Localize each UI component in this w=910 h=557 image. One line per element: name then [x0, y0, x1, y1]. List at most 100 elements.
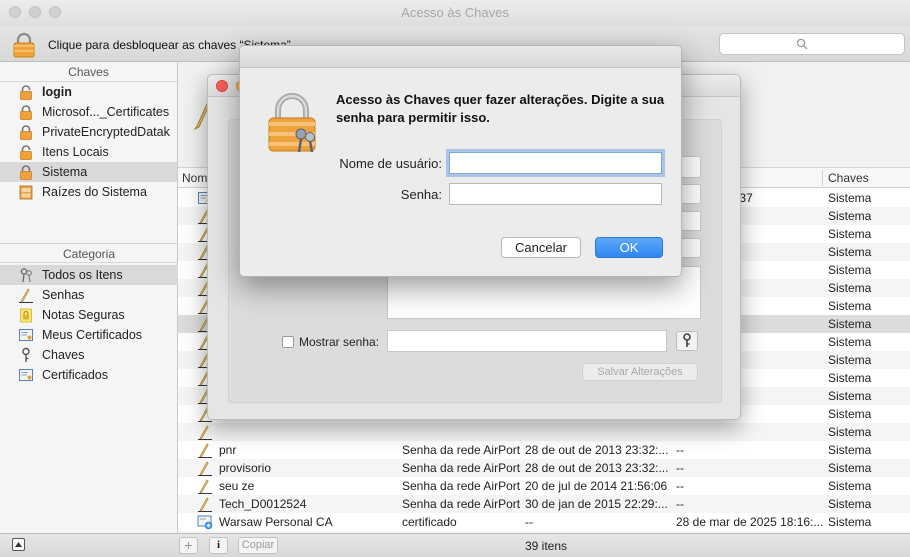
cancel-button[interactable]: Cancelar: [501, 237, 581, 258]
category-item-label: Senhas: [42, 288, 85, 302]
key-icon: [18, 347, 34, 363]
keychains-header: Chaves: [0, 62, 177, 82]
cell-keychain: Sistema: [828, 389, 872, 403]
keychain-item-raizes-do-sistema[interactable]: Raízes do Sistema: [0, 182, 177, 202]
cell-name: provisorio: [219, 461, 272, 475]
password-input[interactable]: [449, 183, 662, 205]
keychain-item-privateencrypteddatak[interactable]: PrivateEncryptedDatak: [0, 122, 177, 142]
search-input[interactable]: [719, 33, 905, 55]
auth-message: Acesso às Chaves quer fazer alterações. …: [336, 92, 665, 125]
password-field[interactable]: [387, 330, 667, 352]
cell-modified: --: [525, 515, 533, 529]
table-row[interactable]: Sistema: [178, 423, 910, 441]
keys-icon: [18, 267, 34, 283]
save-changes-button[interactable]: Salvar Alterações: [582, 363, 698, 381]
keychain-item-label: Raízes do Sistema: [42, 185, 147, 199]
cell-keychain: Sistema: [828, 407, 872, 421]
category-item-chaves[interactable]: Chaves: [0, 345, 178, 365]
table-row[interactable]: Tech_D0012524 Senha da rede AirPort 30 de …: [178, 495, 910, 513]
item-sheet-close-button[interactable]: [216, 80, 228, 92]
table-row[interactable]: provisorio Senha da rede AirPort 28 de out…: [178, 459, 910, 477]
cell-name: Tech_D0012524: [219, 497, 307, 511]
keychain-item-label: PrivateEncryptedDatak: [42, 125, 170, 139]
category-item-label: Todos os Itens: [42, 268, 123, 282]
lock-icon: [18, 104, 34, 120]
category-item-senhas[interactable]: Senhas: [0, 285, 178, 305]
cell-keychain: Sistema: [828, 209, 872, 223]
username-label: Nome de usuário:: [339, 156, 442, 171]
category-item-certificados[interactable]: Certificados: [0, 365, 178, 385]
keychain-item-login[interactable]: login: [0, 82, 177, 102]
category-list: Todos os Itens Senhas Notas Seguras Meus Ce…: [0, 265, 178, 385]
item-count: 39 itens: [525, 539, 568, 553]
info-button[interactable]: i: [209, 537, 228, 554]
show-password-label: Mostrar senha:: [299, 335, 380, 349]
cell-name: Warsaw Personal CA: [219, 515, 333, 529]
keychain-item-itens-locais[interactable]: Itens Locais: [0, 142, 177, 162]
category-header: Categoria: [0, 243, 178, 263]
pencil-icon: [197, 460, 213, 477]
pencil-icon: [197, 424, 213, 441]
keychain-item-label: Microsof..._Certificates: [42, 105, 170, 119]
keychain-item-label: Itens Locais: [42, 145, 109, 159]
table-row[interactable]: seu ze Senha da rede AirPort 20 de jul de …: [178, 477, 910, 495]
cell-keychain: Sistema: [828, 245, 872, 259]
cell-kind: Senha da rede AirPort: [402, 497, 521, 511]
cell-keychain: Sistema: [828, 371, 872, 385]
padlock-icon: [266, 90, 320, 157]
category-item-notas-seguras[interactable]: Notas Seguras: [0, 305, 178, 325]
lock-icon[interactable]: [12, 32, 36, 61]
category-item-label: Notas Seguras: [42, 308, 125, 322]
keychain-item-sistema[interactable]: Sistema: [0, 162, 177, 182]
column-keychain-header[interactable]: Chaves: [828, 171, 869, 185]
cell-kind: Senha da rede AirPort: [402, 479, 521, 493]
table-row[interactable]: pnr Senha da rede AirPort 28 de out de 201…: [178, 441, 910, 459]
cell-keychain: Sistema: [828, 461, 872, 475]
cell-expires: --: [676, 443, 684, 457]
cell-keychain: Sistema: [828, 281, 872, 295]
category-item-label: Meus Certificados: [42, 328, 143, 342]
title-bar: Acesso às Chaves: [0, 0, 910, 26]
cell-keychain: Sistema: [828, 317, 872, 331]
lock-icon: [18, 124, 34, 140]
cell-kind: Senha da rede AirPort: [402, 461, 521, 475]
username-input[interactable]: [449, 152, 662, 174]
cell-kind: Senha da rede AirPort: [402, 443, 521, 457]
pencil-icon: [18, 287, 34, 304]
table-row[interactable]: Warsaw Personal CA certificado -- 28 de mar…: [178, 513, 910, 531]
cell-keychain: Sistema: [828, 227, 872, 241]
certificate-icon: [18, 367, 34, 383]
cell-keychain: Sistema: [828, 263, 872, 277]
sidebar: Chaves login Microsof..._Certificates Priv…: [0, 62, 178, 533]
copy-button[interactable]: Copiar: [238, 537, 278, 554]
cell-name: pnr: [219, 443, 237, 457]
cell-expires: --: [676, 479, 684, 493]
keychain-item-microsof-certificates[interactable]: Microsof..._Certificates: [0, 102, 177, 122]
sidebar-toggle-icon[interactable]: [12, 538, 25, 551]
cell-keychain: Sistema: [828, 515, 872, 529]
category-item-todos-os-itens[interactable]: Todos os Itens: [0, 265, 178, 285]
cell-keychain: Sistema: [828, 479, 872, 493]
pencil-icon: [197, 478, 213, 495]
password-label: Senha:: [400, 187, 442, 202]
add-item-button[interactable]: +: [179, 537, 198, 554]
ok-button[interactable]: OK: [595, 237, 663, 258]
pencil-icon: [197, 496, 213, 513]
cell-keychain: Sistema: [828, 335, 872, 349]
cell-expires: 28 de mar de 2025 18:16:...: [676, 515, 824, 529]
cell-keychain: Sistema: [828, 497, 872, 511]
cell-keychain: Sistema: [828, 353, 872, 367]
pencil-icon: [197, 442, 213, 459]
cell-expires: --: [676, 461, 684, 475]
window-title: Acesso às Chaves: [401, 5, 509, 20]
key-icon[interactable]: [676, 331, 698, 351]
cell-keychain: Sistema: [828, 425, 872, 439]
cell-keychain: Sistema: [828, 443, 872, 457]
auth-dialog-titlebar: [240, 46, 681, 68]
category-item-meus-certificados[interactable]: Meus Certificados: [0, 325, 178, 345]
cell-modified: 28 de out de 2013 23:32:...: [525, 461, 669, 475]
bottom-bar: + i Copiar 39 itens: [0, 533, 910, 557]
cell-keychain: Sistema: [828, 299, 872, 313]
keychain-item-label: Sistema: [42, 165, 88, 179]
show-password-checkbox[interactable]: [282, 336, 294, 348]
